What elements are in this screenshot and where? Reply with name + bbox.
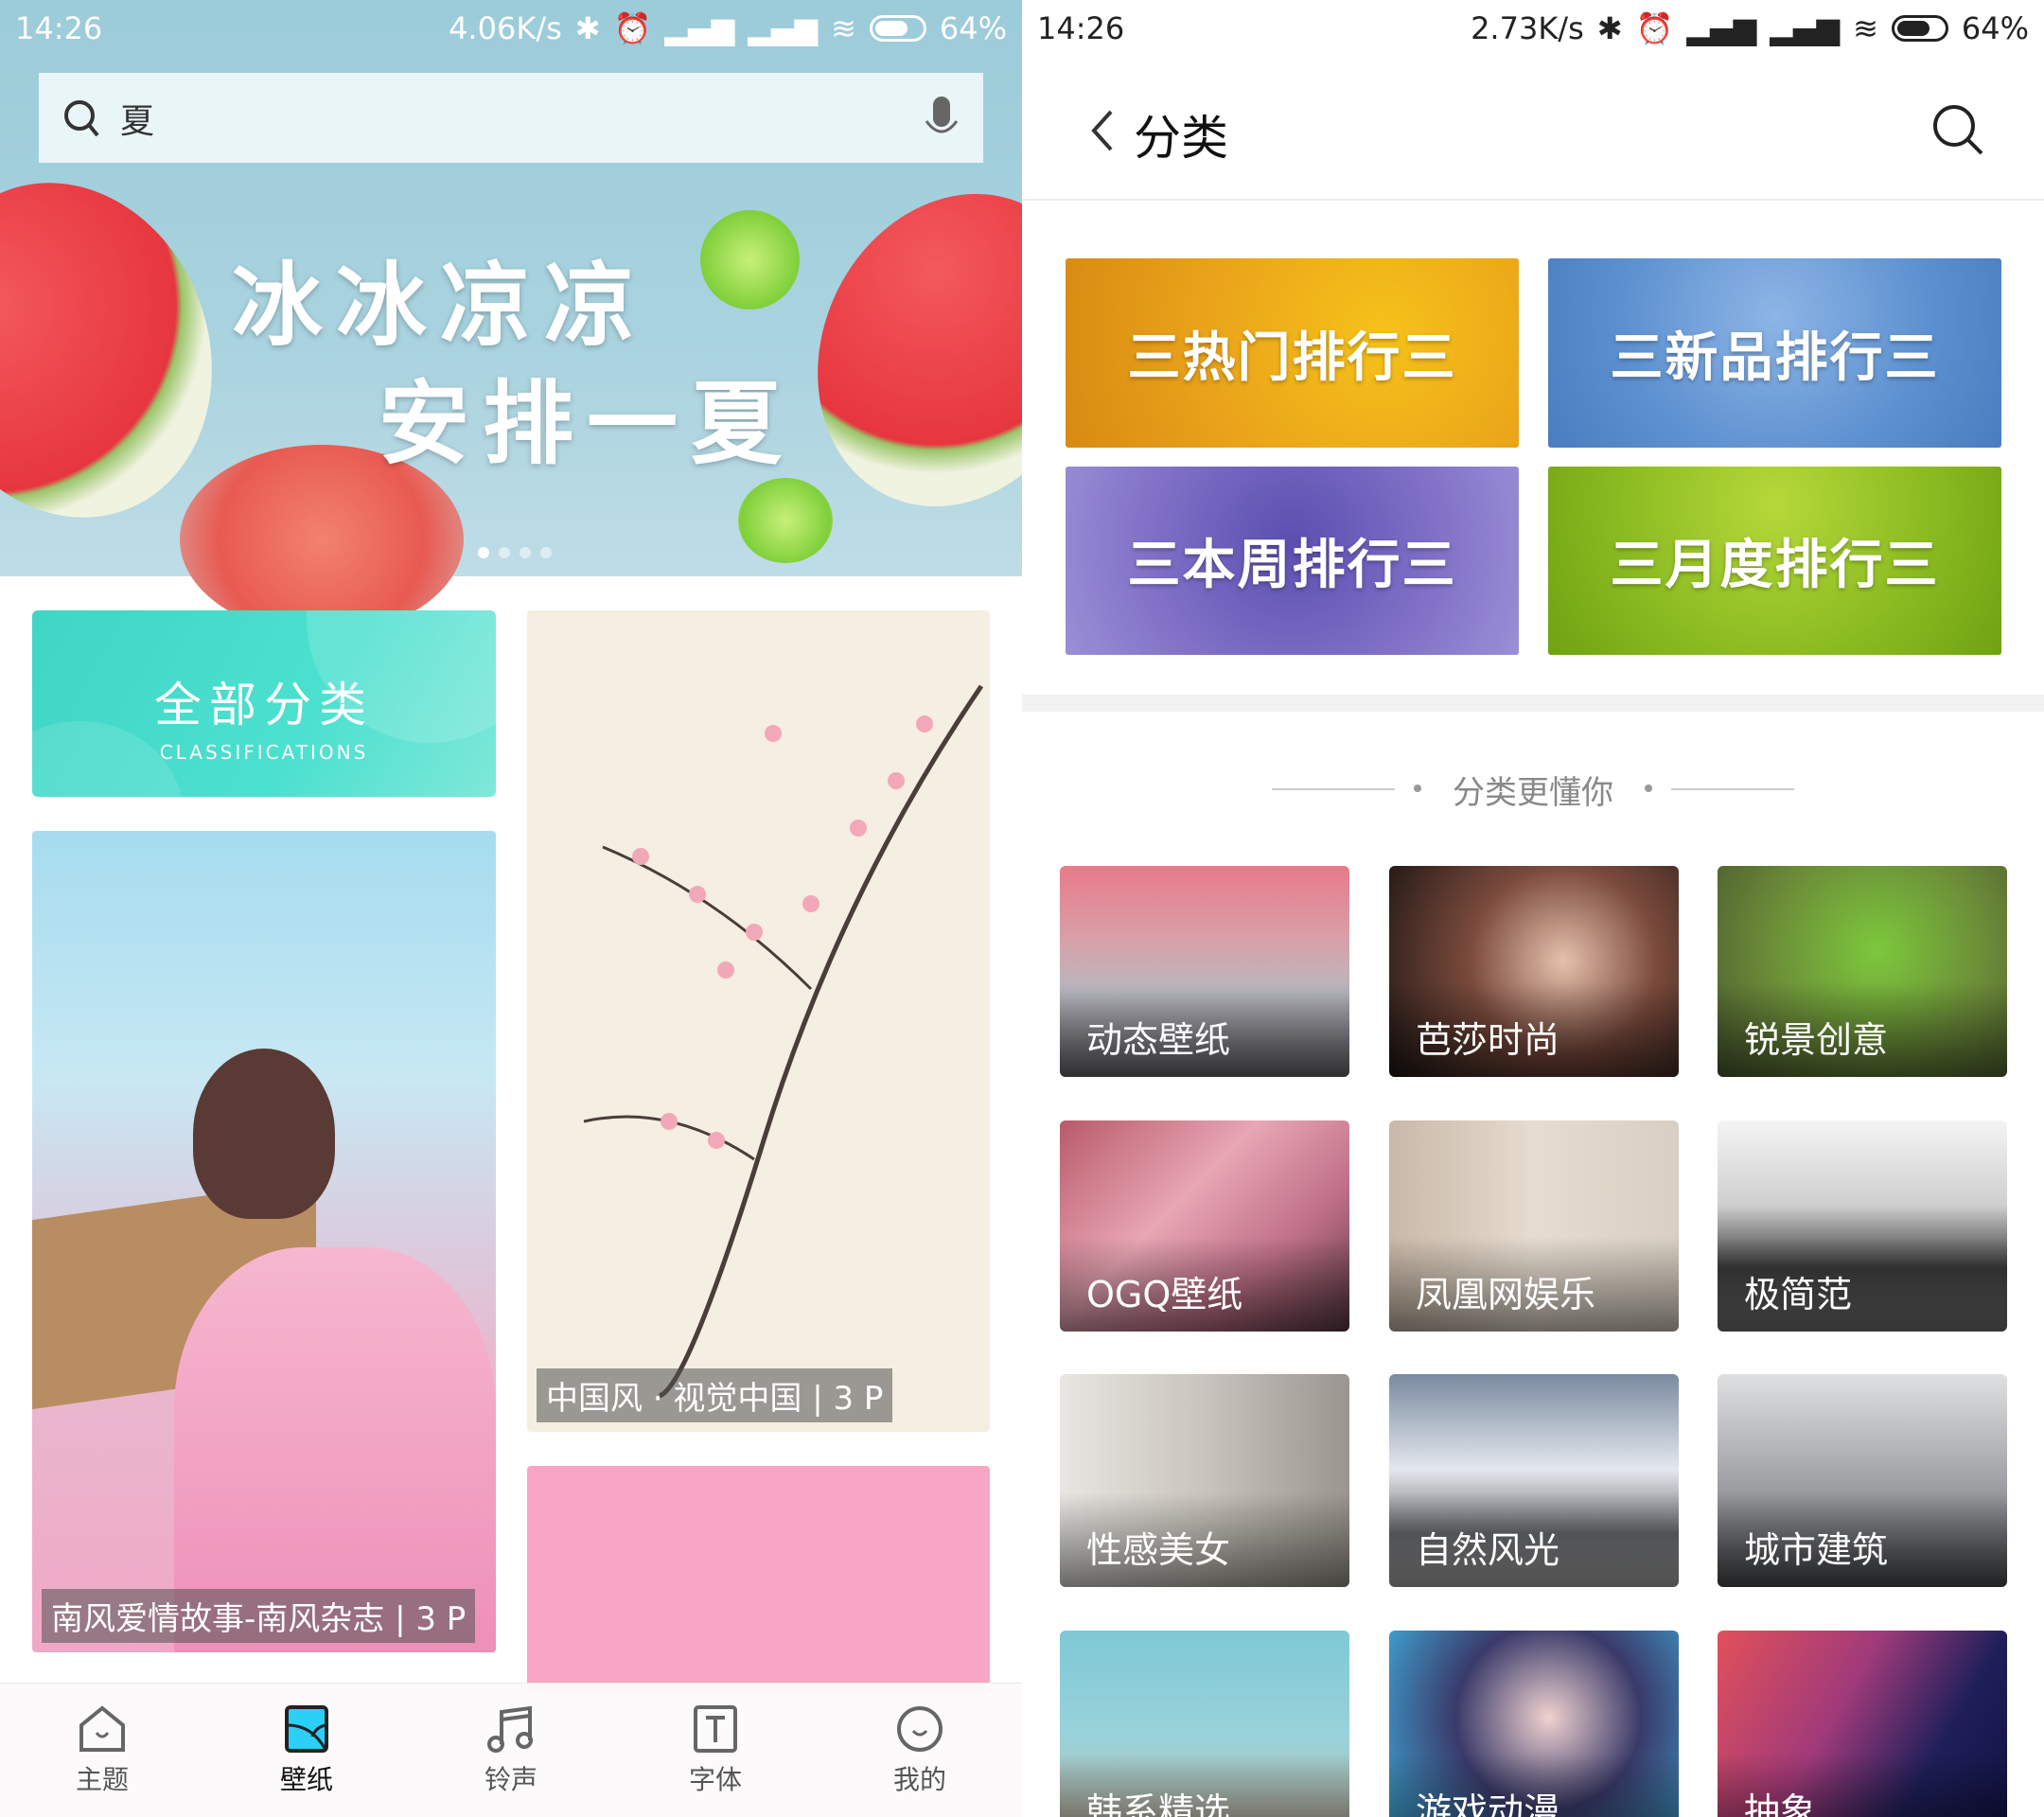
divider-line	[1671, 788, 1794, 790]
carousel-dot	[520, 547, 531, 558]
ranking-label: 三月度排行三	[1610, 535, 1940, 596]
microphone-icon[interactable]	[923, 95, 960, 142]
ranking-hot[interactable]: 三热门排行三	[1066, 258, 1519, 448]
category-tile[interactable]: 锐景创意	[1718, 866, 2007, 1077]
search-icon[interactable]	[1930, 102, 1985, 157]
category-label: 性感美女	[1060, 1492, 1349, 1587]
music-note-icon	[487, 1705, 533, 1753]
header-bar: 分类	[1022, 57, 2044, 201]
category-tile[interactable]: 性感美女	[1060, 1374, 1349, 1587]
nav-label: 字体	[688, 1763, 742, 1795]
category-tile[interactable]: 游戏动漫	[1389, 1631, 1679, 1817]
category-tile[interactable]: 芭莎时尚	[1389, 866, 1679, 1077]
lime-image	[700, 210, 800, 309]
battery-percent: 64%	[1961, 10, 2029, 46]
wallpaper-card[interactable]	[527, 1466, 990, 1693]
page-title: 分类	[1134, 111, 1228, 166]
divider-dot	[1645, 785, 1652, 792]
lime-image	[738, 478, 833, 563]
signal-icon: ▂▄▆	[1686, 10, 1757, 46]
font-icon	[694, 1704, 737, 1753]
blossom-branch-image	[583, 684, 984, 1399]
nav-item-fonts[interactable]: 字体	[613, 1684, 818, 1817]
categories-screen: 14:26 2.73K/s ✱ ⏰ ▂▄▆ ▂▄▆ ≋ 64% 分类 三热门排行…	[1022, 0, 2044, 1817]
category-tile[interactable]: 城市建筑	[1718, 1374, 2007, 1587]
ranking-weekly[interactable]: 三本周排行三	[1066, 467, 1519, 655]
nav-label: 我的	[892, 1763, 946, 1795]
bluetooth-icon: ✱	[574, 10, 601, 46]
battery-percent: 64%	[939, 10, 1007, 46]
nav-label: 壁纸	[279, 1763, 333, 1795]
nav-item-wallpaper[interactable]: 壁纸	[204, 1684, 409, 1817]
carousel-dot	[478, 547, 489, 558]
bottom-navigation: 主题 壁纸 铃声 字体 我的	[0, 1683, 1022, 1817]
nav-label: 铃声	[484, 1763, 537, 1795]
category-label: 凤凰网娱乐	[1389, 1237, 1679, 1332]
search-icon	[64, 99, 99, 136]
section-divider	[1022, 695, 2044, 712]
category-label: 动态壁纸	[1060, 982, 1349, 1077]
wallpaper-home-screen: 冰冰凉凉 安排一夏 14:26 4.06K/s ✱ ⏰ ▂▄▆ ▂▄▆ ≋ 64…	[0, 0, 1022, 1817]
category-tile[interactable]: 自然风光	[1389, 1374, 1679, 1587]
network-speed: 2.73K/s	[1471, 10, 1584, 46]
signal-icon: ▂▄▆	[748, 10, 819, 46]
signal-icon: ▂▄▆	[1770, 10, 1841, 46]
carousel-indicator	[478, 547, 552, 558]
wallpaper-icon	[285, 1704, 328, 1753]
carousel-dot	[499, 547, 510, 558]
alarm-icon: ⏰	[613, 10, 652, 46]
category-label: 抽象	[1718, 1754, 2007, 1817]
back-arrow-icon[interactable]	[1088, 108, 1117, 153]
smile-icon	[897, 1705, 943, 1752]
nav-item-themes[interactable]: 主题	[0, 1684, 204, 1817]
category-label: 极简范	[1718, 1237, 2007, 1332]
category-tile[interactable]: OGQ壁纸	[1060, 1120, 1349, 1332]
alarm-icon: ⏰	[1635, 10, 1674, 46]
all-categories-button[interactable]: 全部分类 CLASSIFICATIONS	[32, 610, 496, 797]
wallpaper-caption: 南风爱情故事-南风杂志 | 3 P	[42, 1589, 476, 1643]
ranking-label: 三新品排行三	[1610, 326, 1940, 389]
category-label: 自然风光	[1389, 1492, 1679, 1587]
status-time: 14:26	[1037, 10, 1125, 46]
category-tile[interactable]: 凤凰网娱乐	[1389, 1120, 1679, 1332]
home-icon	[79, 1704, 125, 1752]
banner-title-line1: 冰冰凉凉	[232, 252, 648, 359]
bluetooth-icon: ✱	[1596, 10, 1623, 46]
category-tile[interactable]: 抽象	[1718, 1631, 2007, 1817]
status-bar: 14:26 4.06K/s ✱ ⏰ ▂▄▆ ▂▄▆ ≋ 64%	[0, 0, 1022, 57]
status-time: 14:26	[15, 10, 103, 46]
category-label: OGQ壁纸	[1060, 1237, 1349, 1332]
category-label: 锐景创意	[1718, 982, 2007, 1077]
category-label: 芭莎时尚	[1389, 982, 1679, 1077]
ranking-new[interactable]: 三新品排行三	[1548, 258, 2001, 448]
ranking-label: 三本周排行三	[1127, 535, 1457, 596]
nav-item-ringtones[interactable]: 铃声	[409, 1684, 613, 1817]
category-label: 游戏动漫	[1389, 1754, 1679, 1817]
status-bar: 14:26 2.73K/s ✱ ⏰ ▂▄▆ ▂▄▆ ≋ 64%	[1022, 0, 2044, 57]
wallpaper-card[interactable]: 南风爱情故事-南风杂志 | 3 P	[32, 831, 496, 1652]
section-title: 分类更懂你	[1453, 774, 1613, 812]
wallpaper-card[interactable]: 中国风 · 视觉中国 | 3 P	[527, 610, 990, 1432]
network-speed: 4.06K/s	[449, 10, 562, 46]
wifi-icon: ≋	[831, 10, 856, 46]
nav-item-mine[interactable]: 我的	[818, 1684, 1022, 1817]
category-tile[interactable]: 韩系精选	[1060, 1631, 1349, 1817]
nav-label: 主题	[75, 1763, 129, 1795]
battery-icon	[1891, 15, 1948, 42]
signal-icon: ▂▄▆	[664, 10, 735, 46]
ranking-monthly[interactable]: 三月度排行三	[1548, 467, 2001, 655]
wifi-icon: ≋	[1853, 10, 1878, 46]
girl-hair-image	[193, 1049, 335, 1219]
banner-title-line2: 安排一夏	[379, 370, 795, 477]
category-tile[interactable]: 动态壁纸	[1060, 866, 1349, 1077]
search-bar[interactable]: 夏	[39, 73, 983, 163]
category-tile[interactable]: 极简范	[1718, 1120, 2007, 1332]
category-label: 韩系精选	[1060, 1754, 1349, 1817]
wallpaper-caption: 中国风 · 视觉中国 | 3 P	[537, 1368, 893, 1422]
search-input[interactable]: 夏	[120, 94, 923, 143]
category-label: 城市建筑	[1718, 1492, 2007, 1587]
ranking-label: 三热门排行三	[1127, 326, 1457, 389]
battery-icon	[869, 15, 926, 42]
carousel-dot	[540, 547, 552, 558]
